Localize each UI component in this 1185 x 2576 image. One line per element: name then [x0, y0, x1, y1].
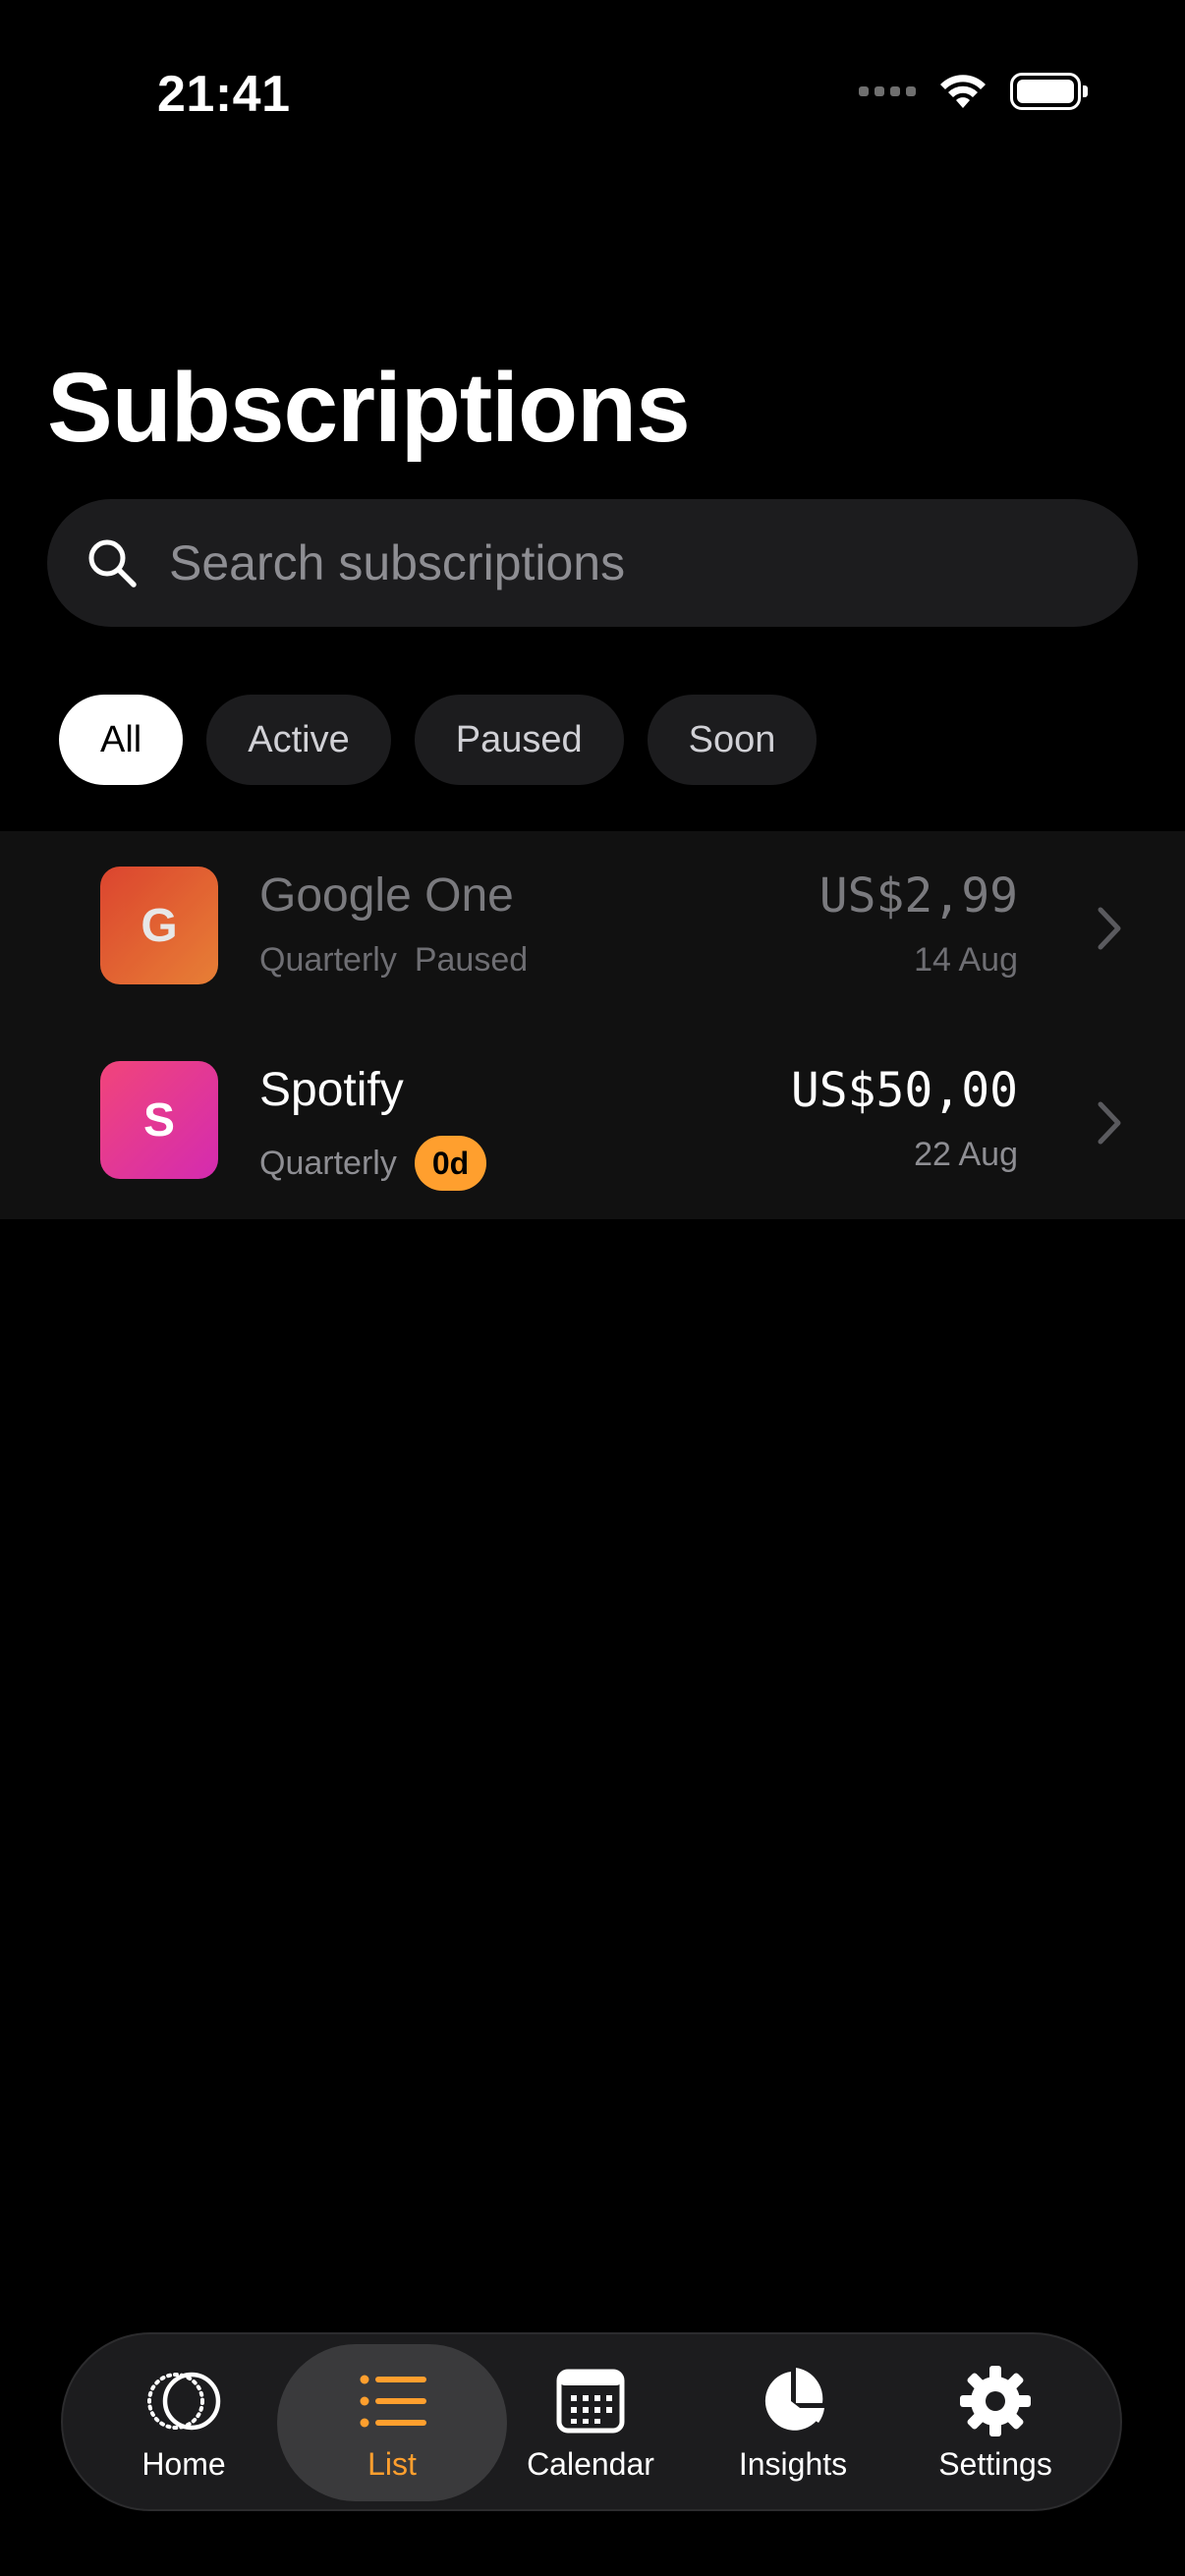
chevron-right-icon [1098, 1101, 1121, 1145]
list-icon [360, 2375, 426, 2427]
subscription-row-spotify[interactable]: S Spotify Quarterly 0d US$50,00 22 Aug [0, 1026, 1185, 1220]
subscription-name: Spotify [259, 1064, 404, 1116]
pie-chart-icon [764, 2367, 824, 2431]
subscription-meta: Quarterly 0d [259, 1136, 487, 1191]
next-billing-date: 14 Aug [914, 941, 1018, 979]
subscription-list: G Google One Quarterly Paused US$2,99 14… [0, 831, 1185, 1219]
next-billing-date: 22 Aug [914, 1136, 1018, 1173]
spotify-logo: S [100, 1061, 218, 1179]
filter-all[interactable]: All [59, 695, 184, 785]
gear-icon [960, 2365, 1031, 2436]
billing-cycle: Quarterly [259, 941, 397, 979]
status-label: Paused [414, 941, 529, 979]
tab-label: Home [141, 2445, 226, 2482]
tab-home[interactable]: Home [83, 2344, 285, 2501]
filter-chips: All Active Paused Soon [59, 695, 818, 785]
tab-label: Insights [738, 2445, 848, 2482]
subscription-price: US$2,99 [818, 868, 1018, 924]
chevron-right-icon [1098, 907, 1121, 950]
battery-icon [1010, 73, 1088, 110]
tab-insights[interactable]: Insights [692, 2344, 894, 2501]
search-input[interactable] [169, 499, 1138, 627]
tab-label: List [367, 2445, 417, 2482]
cellular-signal-icon [859, 86, 916, 96]
tab-label: Calendar [527, 2445, 654, 2482]
calendar-icon [556, 2369, 625, 2433]
subscription-name: Google One [259, 869, 514, 922]
status-time: 21:41 [157, 66, 291, 123]
status-icons [859, 73, 1088, 110]
billing-cycle: Quarterly [259, 1144, 397, 1182]
tab-list[interactable]: List [277, 2344, 507, 2501]
search-icon [88, 539, 137, 588]
tab-label: Settings [938, 2445, 1052, 2482]
google-one-logo: G [100, 867, 218, 984]
subscription-row-google-one[interactable]: G Google One Quarterly Paused US$2,99 14… [0, 831, 1185, 1026]
filter-soon[interactable]: Soon [647, 695, 818, 785]
days-until-badge: 0d [414, 1136, 487, 1191]
tab-settings[interactable]: Settings [894, 2344, 1097, 2501]
subscription-price: US$50,00 [790, 1063, 1018, 1118]
wifi-icon [940, 75, 986, 108]
subscriptions-screen: 21:41 Subscriptions All Active Paused So… [0, 0, 1185, 2576]
filter-active[interactable]: Active [206, 695, 391, 785]
home-orbit-icon [147, 2372, 221, 2430]
tab-calendar[interactable]: Calendar [489, 2344, 692, 2501]
tab-bar: Home List Calendar Insights Settings [61, 2332, 1122, 2511]
subscription-meta: Quarterly Paused [259, 941, 528, 980]
filter-paused[interactable]: Paused [414, 695, 624, 785]
search-bar[interactable] [47, 499, 1138, 627]
page-title: Subscriptions [47, 353, 691, 463]
